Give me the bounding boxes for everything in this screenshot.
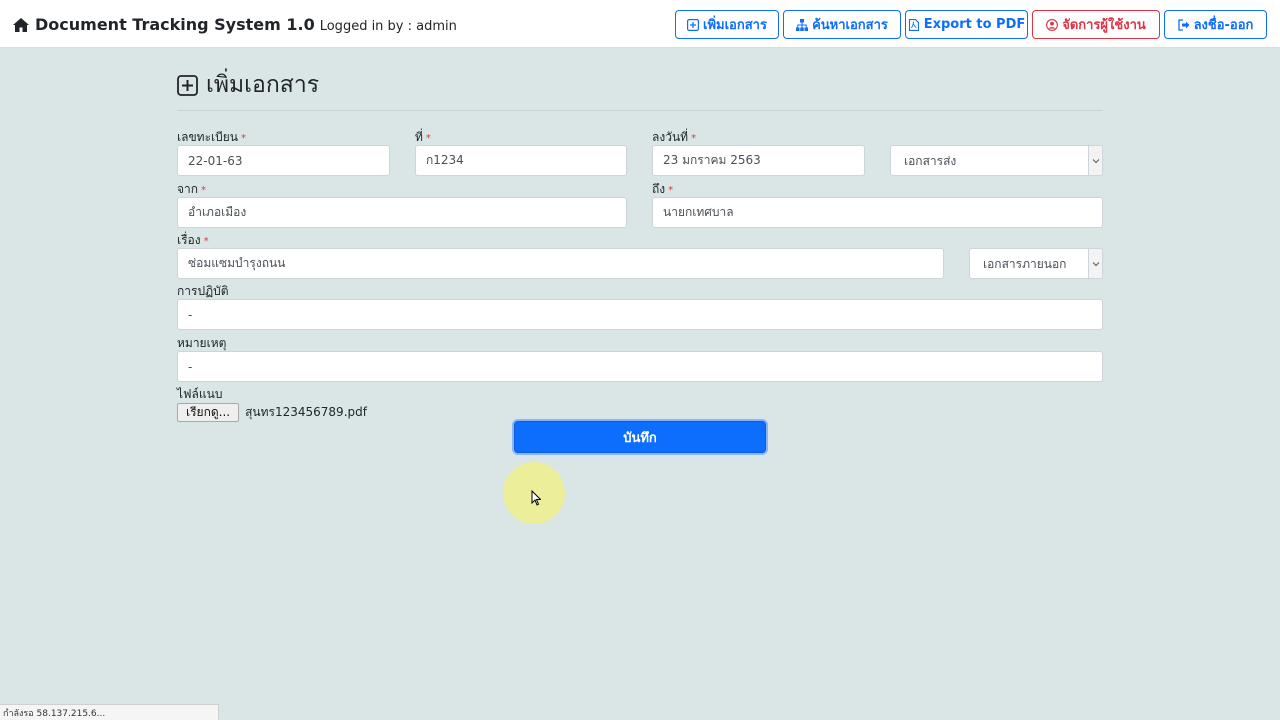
file-input[interactable]: เรียกดู... สุนทร123456789.pdf <box>177 403 367 422</box>
doc-direction-select[interactable]: เอกสารส่ง <box>890 145 1103 176</box>
page-title: เพิ่มเอกสาร <box>177 70 319 100</box>
required-mark: * <box>425 133 431 144</box>
doc-scope-value: เอกสารภายนอก <box>983 257 1067 271</box>
required-mark: * <box>203 236 209 247</box>
navbar: Document Tracking System 1.0 Logged in b… <box>0 0 1280 48</box>
reg-no-label-text: เลขทะเบียน <box>177 130 238 144</box>
doc-no-input[interactable]: ก1234 <box>415 145 627 176</box>
export-pdf-label: Export to PDF <box>923 17 1026 32</box>
subject-input[interactable]: ซ่อมแซมบำรุงถนน <box>177 248 944 279</box>
dropdown-toggle[interactable] <box>1088 146 1102 175</box>
attachment-filename: สุนทร123456789.pdf <box>245 405 367 419</box>
required-mark: * <box>201 185 207 196</box>
page-title-text: เพิ่มเอกสาร <box>206 72 320 98</box>
user-circle-icon <box>1046 18 1059 31</box>
attachment-label: ไฟล์แนบ <box>177 385 222 404</box>
logout-label: ลงชื่อ-ออก <box>1193 18 1254 33</box>
manage-users-label: จัดการผู้ใช้งาน <box>1062 18 1146 33</box>
export-pdf-button[interactable]: Export to PDF <box>905 10 1028 39</box>
date-input[interactable]: 23 มกราคม 2563 <box>652 145 865 176</box>
from-label-text: จาก <box>177 182 199 196</box>
doc-scope-select[interactable]: เอกสารภายนอก <box>969 248 1103 279</box>
plus-square-icon <box>687 18 700 31</box>
app-title: Document Tracking System 1.0 <box>35 15 315 34</box>
browser-status-bar: กำลังรอ 58.137.215.6... <box>0 704 219 720</box>
required-mark: * <box>668 185 674 196</box>
manage-users-button[interactable]: จัดการผู้ใช้งาน <box>1032 10 1160 39</box>
search-document-label: ค้นหาเอกสาร <box>812 18 888 33</box>
date-label-text: ลงวันที่ <box>652 130 689 144</box>
to-input[interactable]: นายกเทศบาล <box>652 197 1103 228</box>
doc-direction-value: เอกสารส่ง <box>904 154 957 168</box>
add-document-label: เพิ่มเอกสาร <box>703 18 767 33</box>
note-input[interactable]: - <box>177 351 1103 382</box>
file-pdf-icon <box>908 18 919 31</box>
chevron-down-icon <box>1092 158 1099 163</box>
required-mark: * <box>691 133 697 144</box>
brand[interactable]: Document Tracking System 1.0 Logged in b… <box>13 15 457 34</box>
to-label-text: ถึง <box>652 182 666 196</box>
login-status: Logged in by : admin <box>319 19 457 34</box>
mouse-cursor-icon <box>531 490 541 506</box>
action-label-text: การปฏิบัติ <box>177 284 229 298</box>
from-input[interactable]: อำเภอเมือง <box>177 197 627 228</box>
doc-no-label-text: ที่ <box>415 130 423 144</box>
browse-button[interactable]: เรียกดู... <box>177 403 240 422</box>
save-button[interactable]: บันทึก <box>514 421 766 453</box>
required-mark: * <box>240 133 246 144</box>
note-label-text: หมายเหตุ <box>177 336 227 350</box>
chevron-down-icon <box>1092 261 1099 266</box>
plus-square-icon <box>177 74 198 96</box>
dropdown-toggle[interactable] <box>1088 249 1102 278</box>
reg-no-input[interactable]: 22-01-63 <box>177 145 390 176</box>
title-divider <box>177 110 1103 111</box>
add-document-button[interactable]: เพิ่มเอกสาร <box>675 10 779 39</box>
logout-button[interactable]: ลงชื่อ-ออก <box>1164 10 1267 39</box>
subject-label-text: เรื่อง <box>177 233 201 247</box>
attachment-label-text: ไฟล์แนบ <box>177 387 223 401</box>
sign-out-icon <box>1177 18 1190 31</box>
action-input[interactable]: - <box>177 299 1103 330</box>
search-document-button[interactable]: ค้นหาเอกสาร <box>783 10 901 39</box>
sitemap-icon <box>796 18 809 31</box>
home-icon <box>13 17 29 32</box>
